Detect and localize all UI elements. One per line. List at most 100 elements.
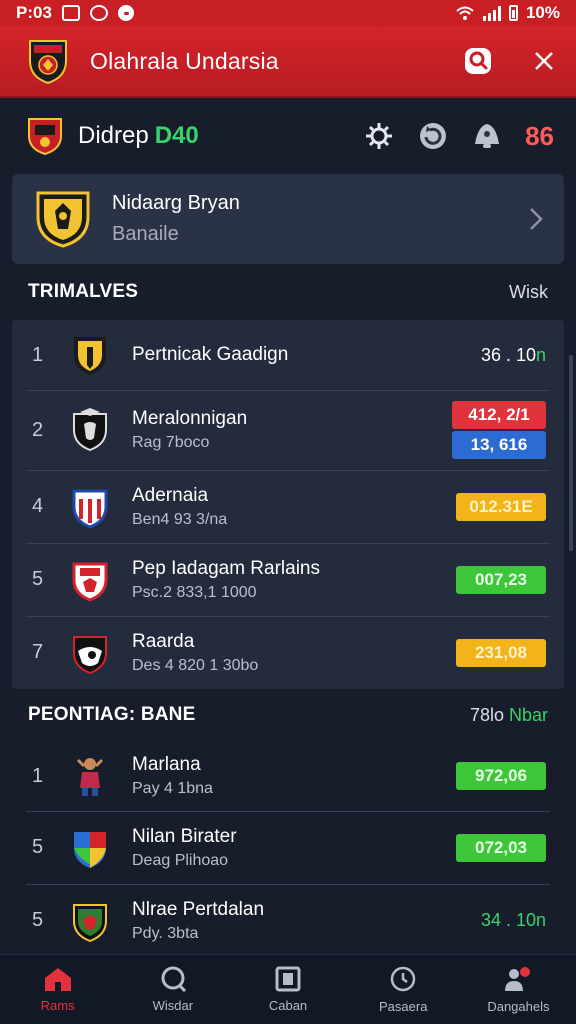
row-subtitle: Rag 7boco [132,434,210,451]
chevron-right-icon[interactable] [528,206,544,232]
score-badge: 231,08 [456,638,546,667]
clock-icon [390,966,416,992]
team-logo-icon [73,635,107,674]
section-title: PEONTIAG: BANE [28,704,196,725]
nav-label: Wisdar [152,998,194,1013]
row-name: Marlana [132,754,201,775]
nav-item-pasaera[interactable]: Pasaera [346,955,461,1024]
bell-icon [475,124,500,148]
row-score-stack: 412, 2/1 13, 616 [452,401,546,459]
table-row[interactable]: 5 Pep Iadagam Rarlains Psc.2 833,1 1000 … [12,543,564,616]
nav-item-caban[interactable]: Caban [230,955,345,1024]
score-badge: 072,03 [456,833,546,862]
nav-item-dangahels[interactable]: Dangahels [461,955,576,1024]
score-badge: 412, 2/1 [452,401,546,429]
row-name: Pep Iadagam Rarlains [132,557,320,579]
home-icon [44,968,71,991]
table-row[interactable]: 5 Nlrae Pertdalan Pdy. 3bta 34 . 10n [12,884,564,957]
table-row[interactable]: 5 Nilan Birater Deag Plihoao 072,03 [12,811,564,884]
search-button[interactable] [462,45,494,77]
alerts-button[interactable] [471,120,503,152]
score-badge: 012.31E [456,492,546,521]
profile-club-badge [36,191,90,248]
chat-icon [161,966,186,992]
gear-icon [366,123,393,149]
row-name: Nlrae Pertdalan [132,898,265,920]
row-name: Raarda [132,630,195,652]
row-name: Pertnicak Gaadign [132,344,289,365]
row-rank: 2 [32,418,44,441]
section-action-link[interactable]: Wisk [509,282,548,303]
nav-label: Dangahels [487,999,550,1014]
row-rank: 1 [32,343,44,366]
row-rank: 5 [32,568,44,590]
square-icon [275,966,301,992]
bottom-navigation: Rams Wisdar Caban Pasaera Dangahels [0,954,576,1024]
row-subtitle: Psc.2 833,1 1000 [132,583,257,601]
player-list: 1 Marlana Pay 4 1bna 972,06 5 Nilan Bira… [12,741,564,957]
row-subtitle: Des 4 820 1 30bo [132,656,259,674]
team-logo-icon [72,489,108,529]
table-row[interactable]: 1 Pertnicak Gaadign 36 . 10n [12,320,564,390]
table-row[interactable]: 4 Adernaia Ben4 93 3/na 012.31E [12,470,564,543]
standings-list: 1 Pertnicak Gaadign 36 . 10n 2 Meralonni… [12,320,564,689]
refresh-button[interactable] [417,120,449,152]
section-header-trimalves: TRIMALVES Wisk [0,264,576,320]
settings-button[interactable] [363,120,395,152]
team-logo-icon [72,562,108,602]
app-title: Olahrala Undarsia [90,47,279,74]
nav-item-wisdar[interactable]: Wisdar [115,955,230,1024]
search-icon [465,48,491,74]
section-header-peontiag: PEONTIAG: BANE 78lo Nbar [0,689,576,741]
row-rank: 5 [32,836,44,858]
score-badge: 13, 616 [452,431,546,459]
app-bar: Olahrala Undarsia [0,26,576,98]
team-logo-icon [73,903,107,942]
score-badge: 007,23 [456,565,546,594]
header-row: Didrep D40 86 [0,98,576,174]
scrollbar[interactable] [569,355,573,551]
nav-label: Rams [40,998,75,1013]
section-action-link[interactable]: 78lo Nbar [470,705,548,726]
wifi-icon [456,6,474,20]
row-name: Nilan Birater [132,825,237,847]
nav-label: Pasaera [379,999,428,1014]
row-rank: 5 [32,909,44,931]
profile-subtitle: Banaile [112,223,179,245]
profile-name: Nidaarg Bryan [112,192,240,214]
row-name: Meralonnigan [132,408,248,429]
row-score: 34 . 10n [480,910,546,930]
row-subtitle: Pdy. 3bta [132,924,199,942]
nav-label: Caban [268,998,308,1013]
table-row[interactable]: 1 Marlana Pay 4 1bna 972,06 [12,741,564,811]
refresh-icon [420,123,447,149]
team-crest-icon [28,118,62,156]
close-button[interactable] [528,45,560,77]
image-notification-icon [61,5,80,21]
nav-item-rams[interactable]: Rams [0,955,115,1024]
score-badge: 972,06 [456,762,546,790]
header-title: Didrep D40 [78,122,199,149]
message-notification-icon [89,5,108,21]
status-bar: P:03 10% [0,0,576,26]
row-score: 36 . 10n [480,344,546,365]
row-subtitle: Pay 4 1bna [132,780,213,797]
table-row[interactable]: 7 Raarda Des 4 820 1 30bo 231,08 [12,616,564,689]
row-rank: 1 [32,764,44,787]
people-icon [505,967,531,991]
battery-level: 10% [525,3,560,22]
team-logo-icon [73,408,107,452]
section-title: TRIMALVES [28,281,139,302]
club-crest-logo [29,40,67,85]
profile-card[interactable]: Nidaarg Bryan Banaile [12,174,564,264]
app-notification-icon [117,5,134,21]
header-accent: D40 [154,122,199,149]
team-logo-icon [74,337,106,375]
row-subtitle: Ben4 93 3/na [132,510,228,528]
table-row[interactable]: 2 Meralonnigan Rag 7boco 412, 2/1 13, 61… [12,390,564,470]
notification-count: 86 [525,120,554,151]
status-time: P:03 [16,3,52,22]
signal-icon [482,5,501,21]
team-logo-icon [74,831,106,868]
battery-icon [508,5,518,21]
